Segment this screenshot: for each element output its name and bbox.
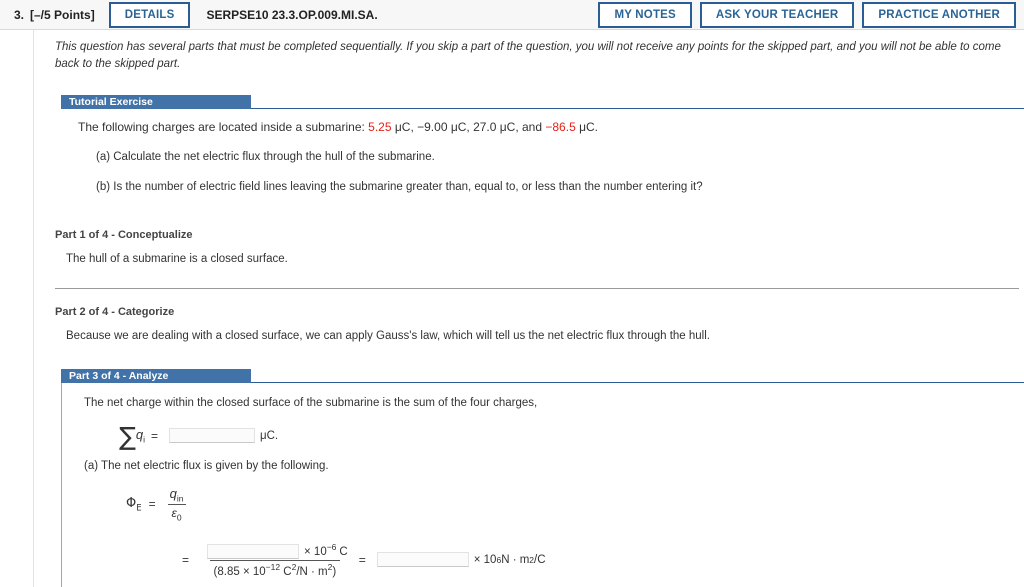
net-charge-input[interactable] bbox=[169, 428, 255, 443]
tutorial-part-a: (a) Calculate the net electric flux thro… bbox=[96, 151, 435, 163]
header-actions: MY NOTES ASK YOUR TEACHER PRACTICE ANOTH… bbox=[598, 1, 1016, 28]
tutorial-exercise-panel: Tutorial Exercise The following charges … bbox=[61, 95, 1024, 195]
question-code: SERPSE10 23.3.OP.009.MI.SA. bbox=[206, 7, 378, 22]
charge-numerator-input[interactable] bbox=[207, 544, 300, 560]
phi-letter: Φ bbox=[126, 495, 137, 511]
sum-variable: qi bbox=[136, 427, 145, 445]
flux-intro-text: (a) The net electric flux is given by th… bbox=[84, 460, 329, 472]
flux-denominator: ε0 bbox=[167, 504, 186, 523]
denominator-text-c: /N · m bbox=[296, 566, 328, 579]
question-content: This question has several parts that mus… bbox=[33, 30, 1024, 587]
flux-fraction: qin ε0 bbox=[166, 486, 188, 523]
part-1-section: Part 1 of 4 - Conceptualize The hull of … bbox=[44, 229, 1013, 267]
charges-prefix: The following charges are located inside… bbox=[78, 120, 369, 134]
flux-symbol: ΦE bbox=[126, 496, 142, 514]
sum-equals-sign: = bbox=[150, 428, 158, 443]
denominator-text-a: (8.85 × 10 bbox=[213, 566, 266, 579]
question-points: [–/5 Points] bbox=[30, 7, 95, 22]
computation-equals-sign-2: = bbox=[358, 552, 366, 567]
charge-unit-1: μC, bbox=[391, 120, 418, 134]
computation-numerator: × 10−6 C bbox=[198, 542, 352, 560]
q-letter: q bbox=[169, 486, 177, 501]
tutorial-tab-row: Tutorial Exercise bbox=[61, 95, 1024, 109]
part-1-text: The hull of a submarine is a closed surf… bbox=[66, 253, 288, 265]
flux-computation-row: = × 10−6 C (8.85 × 10−12 C2/N · m2) = × 1… bbox=[182, 542, 1024, 578]
flux-equals-sign: = bbox=[148, 497, 156, 512]
summation-icon: ∑ bbox=[119, 422, 136, 451]
denominator-text-d: ) bbox=[332, 566, 337, 579]
charges-statement: The following charges are located inside… bbox=[78, 119, 1013, 135]
flux-result-input[interactable] bbox=[376, 552, 469, 568]
part-2-section: Part 2 of 4 - Categorize Because we are … bbox=[44, 306, 1013, 344]
ask-your-teacher-button[interactable]: ASK YOUR TEACHER bbox=[699, 1, 855, 28]
tutorial-part-b: (b) Is the number of electric field line… bbox=[96, 181, 703, 193]
epsilon-subscript: 0 bbox=[176, 512, 182, 523]
flux-formula-row: ΦE = qin ε0 bbox=[126, 486, 1024, 523]
part-1-label: Part 1 of 4 - Conceptualize bbox=[55, 229, 193, 241]
result-unit-a: N · m bbox=[501, 553, 530, 566]
denominator-exponent: −12 bbox=[265, 562, 281, 573]
sum-variable-subscript: i bbox=[143, 434, 145, 445]
charge-unit-3: μC. bbox=[575, 120, 598, 134]
result-factor: × 10 bbox=[473, 553, 497, 566]
charge-values-middle: −9.00 μC, 27.0 μC, and bbox=[417, 120, 546, 134]
tutorial-exercise-tab: Tutorial Exercise bbox=[61, 95, 251, 109]
details-button[interactable]: DETAILS bbox=[108, 1, 191, 28]
computation-denominator: (8.85 × 10−12 C2/N · m2) bbox=[209, 560, 341, 579]
part-2-label: Part 2 of 4 - Categorize bbox=[55, 306, 175, 318]
phi-subscript: E bbox=[136, 503, 142, 514]
practice-another-button[interactable]: PRACTICE ANOTHER bbox=[862, 1, 1016, 28]
computation-equals-sign-1: = bbox=[182, 552, 190, 567]
numerator-unit: C bbox=[339, 545, 348, 558]
result-unit-b: /C bbox=[534, 553, 546, 566]
denominator-text-b: C bbox=[280, 566, 292, 579]
numerator-exponent: −6 bbox=[326, 541, 337, 552]
sequential-instructions: This question has several parts that mus… bbox=[55, 41, 1001, 70]
charge-value-1: 5.25 bbox=[368, 120, 392, 134]
part-3-tab-row: Part 3 of 4 - Analyze bbox=[61, 369, 1024, 383]
sum-equation-row: ∑ qi = μC. bbox=[119, 422, 1024, 451]
question-header: 3. [–/5 Points] DETAILS SERPSE10 23.3.OP… bbox=[0, 0, 1024, 30]
computation-fraction: × 10−6 C (8.85 × 10−12 C2/N · m2) bbox=[198, 542, 352, 578]
q-subscript: in bbox=[176, 493, 184, 504]
section-divider bbox=[55, 288, 1019, 289]
numerator-factor: × 10 bbox=[304, 545, 327, 558]
sum-variable-letter: q bbox=[135, 426, 144, 442]
part-3-lead-text: The net charge within the closed surface… bbox=[84, 397, 538, 409]
part-2-text: Because we are dealing with a closed sur… bbox=[66, 330, 710, 342]
net-charge-unit: μC. bbox=[260, 429, 279, 442]
flux-numerator: qin bbox=[166, 486, 188, 504]
my-notes-button[interactable]: MY NOTES bbox=[598, 1, 692, 28]
part-3-body: The net charge within the closed surface… bbox=[61, 383, 1024, 587]
charge-value-3: −86.5 bbox=[545, 120, 576, 134]
part-3-analyze-tab: Part 3 of 4 - Analyze bbox=[61, 369, 251, 383]
tutorial-body: The following charges are located inside… bbox=[61, 109, 1013, 195]
question-body: This question has several parts that mus… bbox=[0, 30, 1024, 587]
part-3-panel: Part 3 of 4 - Analyze The net charge wit… bbox=[61, 369, 1024, 587]
question-number: 3. bbox=[14, 7, 25, 22]
